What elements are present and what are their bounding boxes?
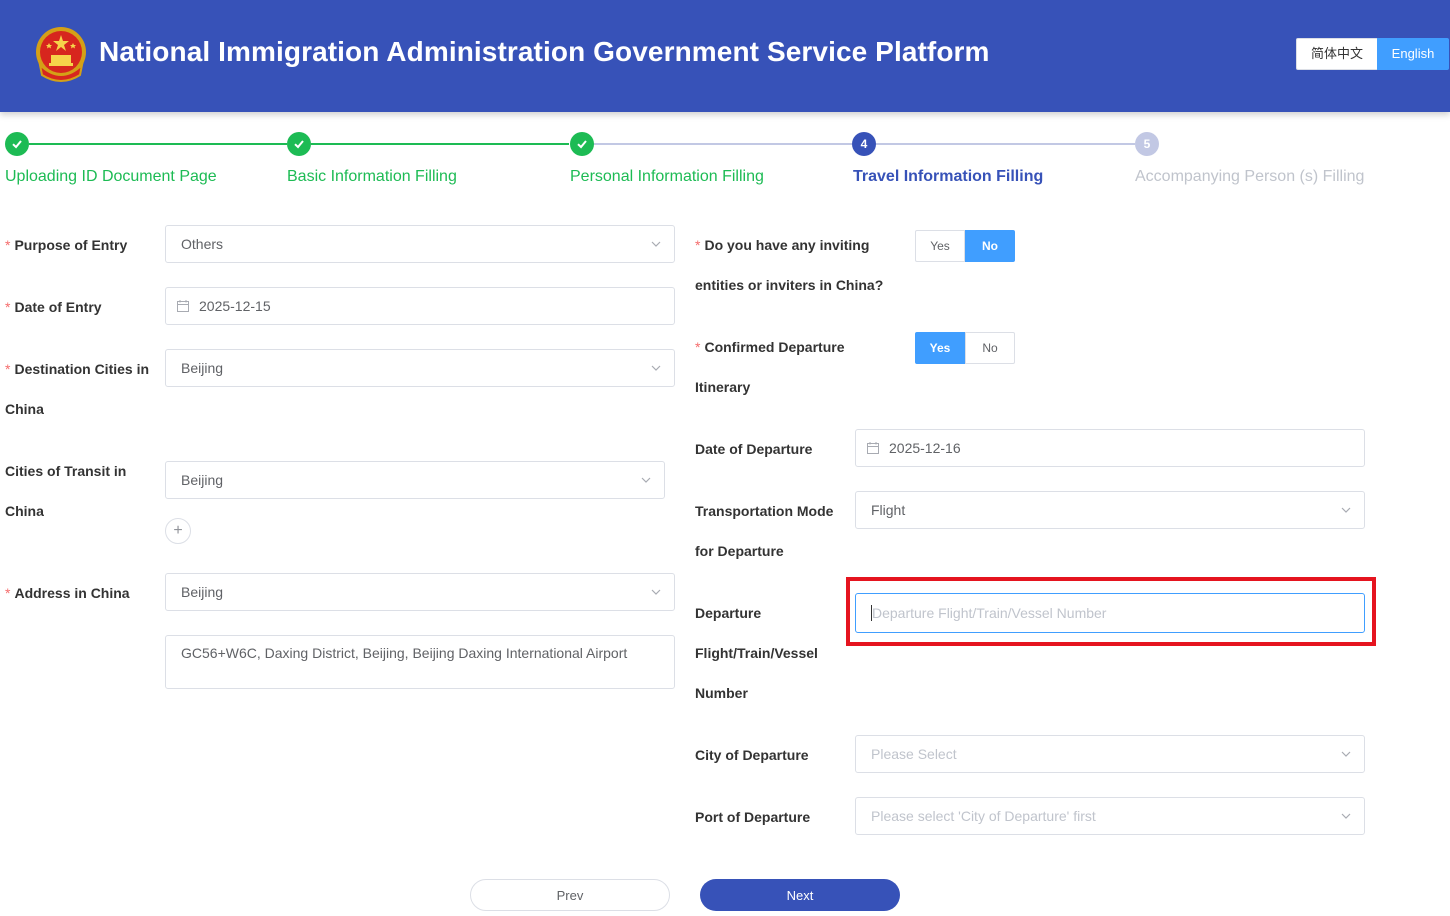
chevron-down-icon (1341, 507, 1351, 513)
step-4-label: Travel Information Filling (853, 168, 1044, 185)
date-of-entry-picker[interactable]: 2025-12-15 (165, 287, 675, 325)
transit-cities-label-line2: China (5, 503, 44, 519)
city-of-departure-label: City of Departure (695, 747, 809, 763)
destination-city-select[interactable]: Beijing (165, 349, 675, 387)
prev-button[interactable]: Prev (470, 879, 670, 911)
destination-cities-label: * Destination Cities in (5, 361, 150, 377)
departure-number-label-line2: Flight/Train/Vessel (695, 645, 818, 661)
step-connector (593, 143, 852, 145)
confirmed-itinerary-label-line2: Itinerary (695, 379, 751, 395)
language-english-button[interactable]: English (1377, 38, 1449, 70)
date-of-entry-label: * Date of Entry (5, 299, 102, 315)
next-button[interactable]: Next (700, 879, 900, 911)
address-detail-textarea[interactable]: GC56+W6C, Daxing District, Beijing, Beij… (165, 635, 675, 689)
transport-mode-value: Flight (871, 502, 906, 518)
transit-city-value: Beijing (181, 472, 224, 488)
step-connector (311, 143, 569, 145)
address-in-china-label: * Address in China (5, 585, 130, 601)
step-2-check-icon (287, 132, 311, 156)
step-connector (876, 143, 1135, 145)
language-chinese-button[interactable]: 简体中文 (1296, 38, 1377, 70)
purpose-of-entry-value: Others (181, 236, 224, 252)
confirmed-no-option[interactable]: No (965, 332, 1015, 364)
date-of-departure-value: 2025-12-16 (889, 440, 961, 456)
site-title: National Immigration Administration Gove… (99, 36, 990, 67)
step-2-label: Basic Information Filling (287, 168, 457, 185)
confirmed-yes-option[interactable]: Yes (915, 332, 965, 364)
port-of-departure-select[interactable]: Please select 'City of Departure' first (855, 797, 1365, 835)
step-1-check-icon (5, 132, 29, 156)
departure-number-input[interactable]: Departure Flight/Train/Vessel Number (855, 593, 1365, 633)
step-connector (29, 143, 287, 145)
departure-number-label: Departure (695, 605, 762, 621)
departure-number-placeholder: Departure Flight/Train/Vessel Number (872, 605, 1107, 621)
date-of-departure-picker[interactable]: 2025-12-16 (855, 429, 1365, 467)
inviting-entities-toggle: Yes No (915, 230, 1015, 262)
purpose-of-entry-label: * Purpose of Entry (5, 237, 128, 253)
destination-city-value: Beijing (181, 360, 224, 376)
step-5-number: 5 (1135, 132, 1159, 156)
chevron-down-icon (651, 241, 661, 247)
city-of-departure-select[interactable]: Please Select (855, 735, 1365, 773)
national-emblem-icon (36, 27, 86, 82)
site-header: National Immigration Administration Gove… (0, 0, 1450, 112)
transport-mode-select[interactable]: Flight (855, 491, 1365, 529)
address-city-value: Beijing (181, 584, 224, 600)
chevron-down-icon (651, 589, 661, 595)
add-transit-city-button[interactable]: + (165, 518, 191, 544)
address-city-select[interactable]: Beijing (165, 573, 675, 611)
transport-mode-label: Transportation Mode (695, 503, 834, 519)
chevron-down-icon (641, 477, 651, 483)
transport-mode-label-line2: for Departure (695, 543, 784, 559)
date-of-entry-value: 2025-12-15 (199, 298, 271, 314)
confirmed-itinerary-label: * Confirmed Departure (695, 339, 845, 355)
port-of-departure-label: Port of Departure (695, 809, 811, 825)
step-3-label: Personal Information Filling (570, 168, 764, 185)
departure-number-label-line3: Number (695, 685, 748, 701)
inviting-entities-label-line2: entities or inviters in China? (695, 277, 884, 293)
transit-cities-label: Cities of Transit in (5, 463, 127, 479)
inviting-entities-label: * Do you have any inviting (695, 237, 870, 253)
language-switcher: 简体中文 English (1296, 38, 1449, 70)
chevron-down-icon (1341, 751, 1351, 757)
destination-cities-label-line2: China (5, 401, 44, 417)
city-of-departure-placeholder: Please Select (871, 746, 957, 762)
step-4-number: 4 (852, 132, 876, 156)
step-5-label: Accompanying Person (s) Filling (1135, 168, 1365, 185)
inviting-yes-option[interactable]: Yes (915, 230, 965, 262)
date-of-departure-label: Date of Departure (695, 441, 813, 457)
port-of-departure-placeholder: Please select 'City of Departure' first (871, 808, 1096, 824)
transit-city-select[interactable]: Beijing (165, 461, 665, 499)
chevron-down-icon (1341, 813, 1351, 819)
purpose-of-entry-select[interactable]: Others (165, 225, 675, 263)
step-3-check-icon (570, 132, 594, 156)
inviting-no-option[interactable]: No (965, 230, 1015, 262)
step-1-label: Uploading ID Document Page (5, 168, 217, 185)
confirmed-itinerary-toggle: Yes No (915, 332, 1015, 364)
chevron-down-icon (651, 365, 661, 371)
